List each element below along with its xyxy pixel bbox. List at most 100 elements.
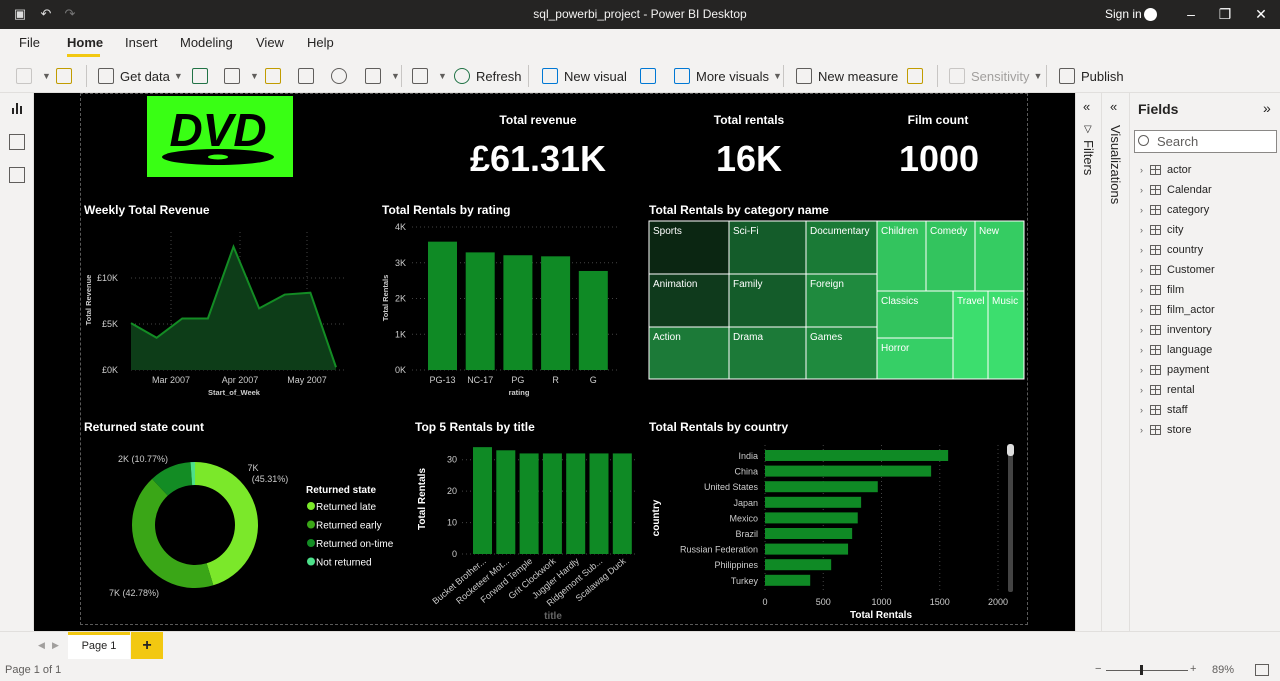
y-tick-label: Brazil [735,529,758,539]
collapse-icon[interactable]: « [1110,99,1117,114]
prev-page-icon[interactable]: ◀ [38,640,45,651]
table-icon [1150,285,1161,295]
next-page-icon[interactable]: ▶ [52,640,59,651]
table-icon [1150,365,1161,375]
field-table-label: rental [1167,384,1195,396]
category-treemap[interactable]: Sports Sci-Fi Documentary Children Comedy New… [648,220,1025,380]
chevron-right-icon: › [1140,425,1143,435]
y-axis-label: country [651,499,662,536]
x-tick-label: May 2007 [287,375,327,385]
table-icon [1150,225,1161,235]
field-table-label: staff [1167,404,1188,416]
field-table-rental[interactable]: › rental [1140,381,1195,399]
add-page-button[interactable]: + [131,632,163,659]
field-table-actor[interactable]: › actor [1140,161,1191,179]
field-table-film[interactable]: › film [1140,281,1184,299]
scrollbar-track [1008,445,1013,592]
country-bar [765,481,878,493]
field-table-label: country [1167,244,1204,256]
x-axis-label: Start_of_Week [208,388,261,397]
title-bar [496,450,516,554]
x-tick-label: 2000 [988,597,1008,607]
field-table-label: actor [1167,164,1192,176]
fit-to-page-icon[interactable] [1255,664,1269,676]
field-table-category[interactable]: › category [1140,201,1209,219]
page-tab-1[interactable]: Page 1 [68,632,130,659]
y-tick-label: 4K [395,222,406,232]
field-table-city[interactable]: › city [1140,221,1184,239]
country-bar [765,450,949,461]
chevron-right-icon: › [1140,365,1143,375]
table-icon [1150,205,1161,215]
legend-marker [307,557,315,566]
country-bar [765,528,853,539]
field-table-language[interactable]: › language [1140,341,1212,359]
field-table-label: city [1167,224,1184,236]
field-table-film-actor[interactable]: › film_actor [1140,301,1215,319]
country-chart-title: Total Rentals by country [649,420,789,434]
chevron-right-icon: › [1140,385,1143,395]
chevron-right-icon: › [1140,345,1143,355]
x-tick-label: Mar 2007 [152,375,190,385]
treemap-label: Classics [881,296,918,307]
kpi-rentals-value: 16K [715,138,783,179]
treemap-label: Animation [653,279,697,290]
slice-data-label: 2K (10.77%) [118,454,168,464]
y-tick-label: Turkey [731,576,759,586]
rating-bar [503,255,533,370]
field-table-label: payment [1167,364,1210,376]
logo-text: DVD [169,104,266,156]
area-fill [131,246,336,370]
y-tick-label: Japan [733,498,758,508]
dvd-logo: DVD [147,96,293,177]
field-table-country[interactable]: › country [1140,241,1203,259]
zoom-thumb[interactable] [1140,665,1143,675]
expand-icon[interactable]: » [1263,100,1271,116]
country-bar [765,543,849,555]
field-table-payment[interactable]: › payment [1140,361,1209,379]
field-table-label: category [1167,204,1210,216]
visualizations-pane[interactable]: « Visualizations [1101,93,1129,631]
field-table-store[interactable]: › store [1140,421,1191,439]
field-table-inventory[interactable]: › inventory [1140,321,1212,339]
table-icon [1150,325,1161,335]
weekly-revenue-chart[interactable]: £0K £5K £10K Mar 2007 Apr 2007 May 2007 Start_… [84,232,346,397]
title-bar [473,447,492,554]
x-tick-label: 0 [762,597,767,607]
zoom-out-icon[interactable]: − [1095,663,1101,675]
page-info: Page 1 of 1 [5,664,62,676]
status-bar: Page 1 of 1 − + 89% [0,661,1280,681]
slice-data-label: (45.31%) [252,474,289,484]
collapse-icon[interactable]: « [1083,99,1090,114]
y-tick-label: Mexico [729,513,758,523]
field-table-staff[interactable]: › staff [1140,401,1188,419]
top-titles-chart[interactable]: 0102030Bucket Brother...Rocketeer Mot...… [417,447,636,622]
weekly-revenue-title: Weekly Total Revenue [84,203,210,217]
y-tick-label: 0 [452,549,457,559]
kpi-films-value: 1000 [898,138,980,179]
field-table-calendar[interactable]: › Calendar [1140,181,1212,199]
table-icon [1150,425,1161,435]
legend-marker [307,520,315,529]
legend-label: Returned on-time [316,539,394,550]
filters-pane[interactable]: « ▽ Filters [1075,93,1101,631]
zoom-in-icon[interactable]: + [1190,663,1196,675]
rentals-by-rating-chart[interactable]: 0K 1K 2K 3K 4K PG-13 NC-17 PG R Grating Total Rent… [381,222,618,397]
y-axis-label: Total Rentals [381,275,390,322]
field-table-label: Customer [1167,264,1215,276]
chevron-right-icon: › [1140,185,1143,195]
y-tick-label: Philippines [714,560,758,570]
treemap-label: Foreign [810,279,844,290]
top-titles-title: Top 5 Rentals by title [415,420,535,434]
returned-state-donut[interactable]: 7K(45.31%) 7K (42.78%) 2K (10.77%) Returned… [109,454,394,598]
y-tick-label: China [734,467,758,477]
rentals-by-country-chart[interactable]: 0 500 1000 1500 2000 India China United States J… [651,444,1014,621]
y-tick-label: £10K [97,273,118,283]
field-table-customer[interactable]: › Customer [1140,261,1215,279]
treemap-label: Travel [957,296,984,307]
zoom-slider[interactable] [1106,670,1188,671]
treemap-title: Total Rentals by category name [649,203,829,217]
fields-search-input[interactable]: Search [1134,130,1277,153]
table-icon [1150,405,1161,415]
donut-title: Returned state count [84,420,205,434]
